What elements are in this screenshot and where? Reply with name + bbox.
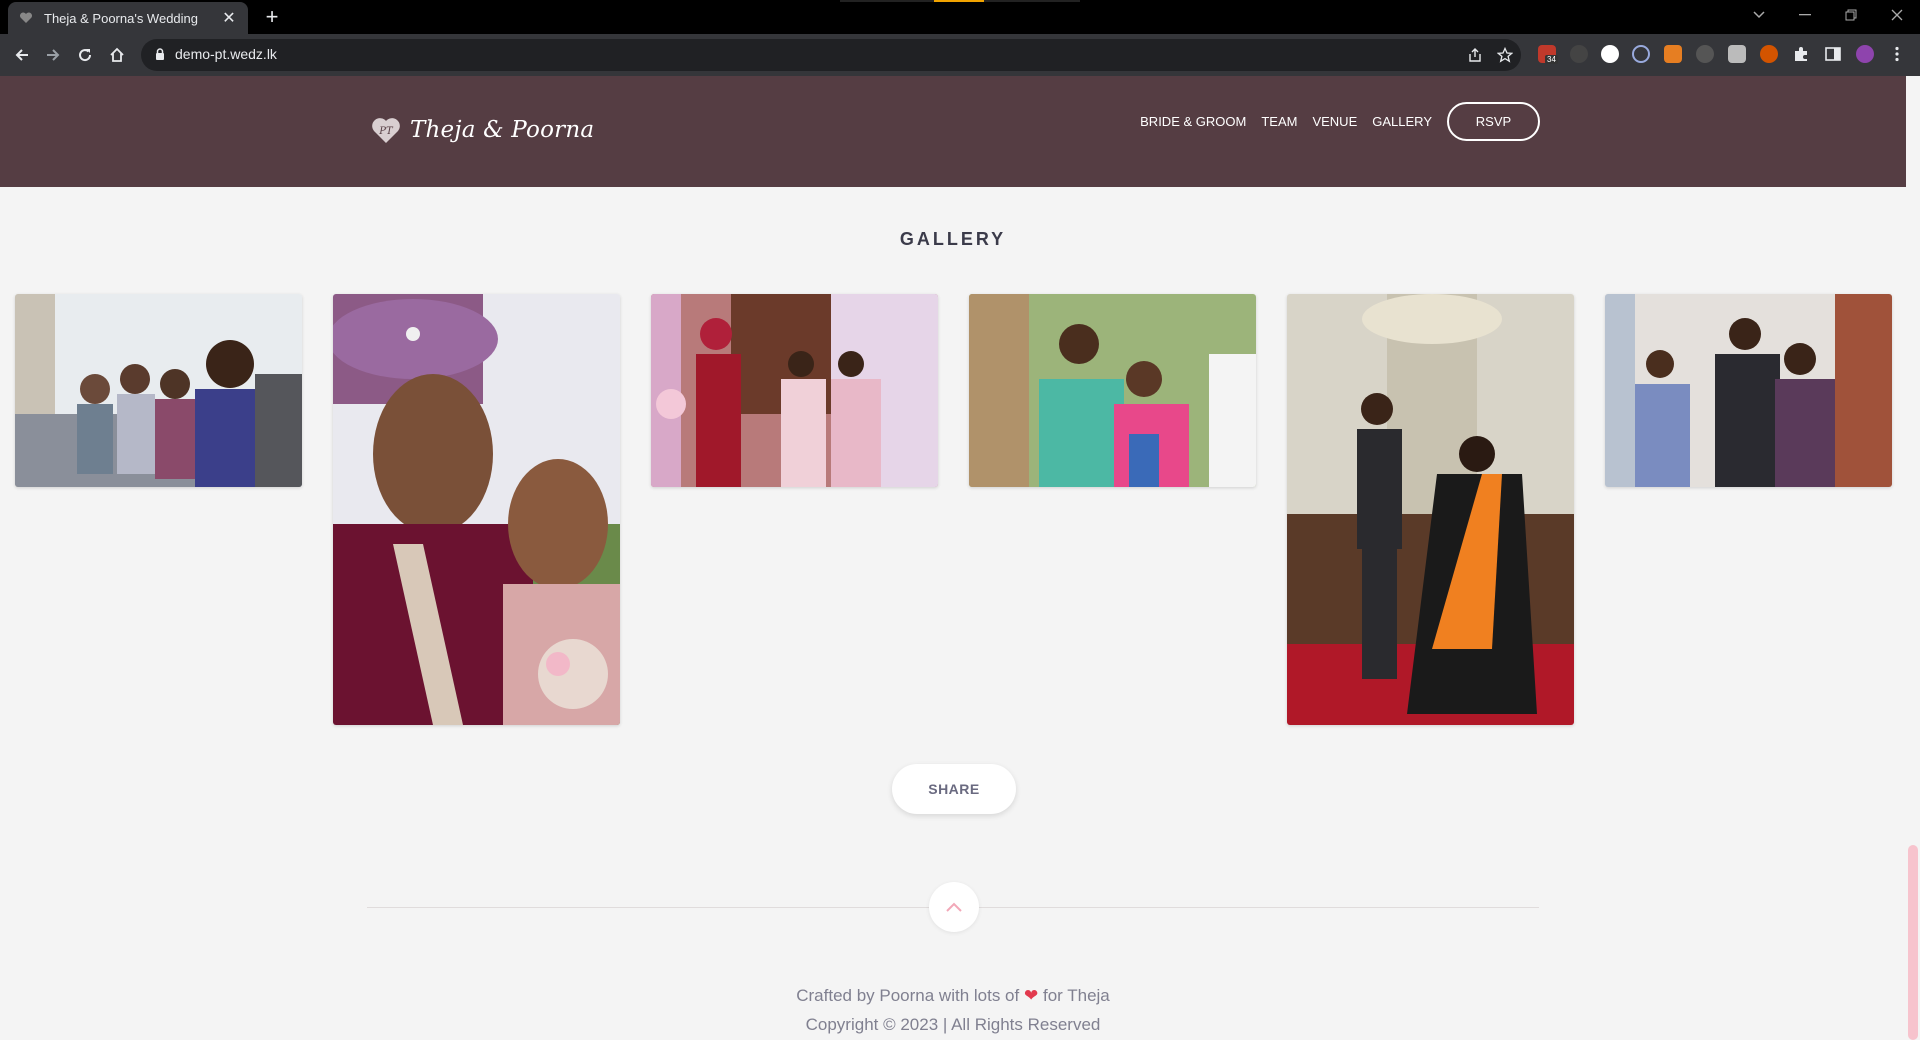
- minimize-icon[interactable]: [1782, 0, 1828, 30]
- extension-cookie-icon[interactable]: [1760, 45, 1778, 63]
- new-tab-button[interactable]: +: [258, 4, 286, 32]
- extension-react-icon[interactable]: [1632, 45, 1650, 63]
- favicon-icon: [18, 10, 34, 26]
- extension-fox-icon[interactable]: [1664, 45, 1682, 63]
- browser-tab[interactable]: Theja & Poorna's Wedding ✕: [8, 2, 248, 34]
- heart-logo-icon: PT: [372, 118, 400, 143]
- tab-search-icon[interactable]: [1736, 0, 1782, 30]
- back-icon[interactable]: [9, 42, 35, 68]
- url-text: demo-pt.wedz.lk: [175, 46, 277, 62]
- gallery-photo[interactable]: [1605, 294, 1892, 487]
- extension-badge: 34: [1545, 55, 1558, 64]
- browser-toolbar: demo-pt.wedz.lk 34: [0, 34, 1920, 76]
- footer-credit-suffix: for Theja: [1042, 986, 1110, 1005]
- lock-icon[interactable]: [155, 48, 165, 66]
- browser-tab-bar: Theja & Poorna's Wedding ✕ +: [0, 0, 1920, 34]
- home-icon[interactable]: [104, 42, 130, 68]
- brand-name: Theja & Poorna: [410, 117, 595, 143]
- nav-bride-groom[interactable]: BRIDE & GROOM: [1140, 114, 1246, 129]
- gallery-photo[interactable]: [1287, 294, 1574, 725]
- reload-icon[interactable]: [72, 42, 98, 68]
- heart-icon: ❤: [1023, 986, 1039, 1005]
- gallery-photo[interactable]: [333, 294, 620, 725]
- tab-strip-indicator: [840, 0, 1080, 2]
- gallery-photo[interactable]: [651, 294, 938, 487]
- footer-credit: Crafted by Poorna with lots of ❤ for The…: [0, 986, 1906, 1006]
- rsvp-button[interactable]: RSVP: [1447, 102, 1540, 141]
- share-icon[interactable]: [1465, 45, 1485, 65]
- page-viewport: PT Theja & Poorna BRIDE & GROOM TEAM VEN…: [0, 76, 1920, 1040]
- extension-colorwheel-icon[interactable]: [1601, 45, 1619, 63]
- tab-close-icon[interactable]: ✕: [220, 8, 238, 28]
- footer-copyright: Copyright © 2023 | All Rights Reserved: [805, 1015, 1101, 1034]
- footer-credit-prefix: Crafted by Poorna with lots of: [796, 986, 1020, 1005]
- gallery-photo[interactable]: [15, 294, 302, 487]
- sidepanel-icon[interactable]: [1824, 45, 1842, 63]
- profile-avatar[interactable]: [1856, 45, 1874, 63]
- gallery-photo[interactable]: [969, 294, 1256, 487]
- restore-icon[interactable]: [1828, 0, 1874, 30]
- menu-icon[interactable]: [1888, 45, 1906, 63]
- tab-title: Theja & Poorna's Wedding: [44, 10, 199, 26]
- main-nav: BRIDE & GROOM TEAM VENUE GALLERY RSVP: [1125, 102, 1540, 141]
- close-window-icon[interactable]: [1874, 0, 1920, 30]
- nav-gallery[interactable]: GALLERY: [1372, 114, 1432, 129]
- svg-text:PT: PT: [378, 126, 394, 137]
- share-button[interactable]: SHARE: [892, 764, 1016, 814]
- nav-team[interactable]: TEAM: [1261, 114, 1297, 129]
- extension-glasses-icon[interactable]: [1570, 45, 1588, 63]
- puzzle-icon[interactable]: [1792, 45, 1810, 63]
- scrollbar-thumb[interactable]: [1908, 845, 1918, 1040]
- address-bar[interactable]: demo-pt.wedz.lk: [141, 39, 1521, 71]
- site-header: PT Theja & Poorna BRIDE & GROOM TEAM VEN…: [0, 76, 1906, 187]
- scroll-to-top-button[interactable]: [929, 882, 979, 932]
- gallery-title: GALLERY: [899, 229, 1007, 249]
- forward-icon[interactable]: [40, 42, 66, 68]
- extension-doc-icon[interactable]: [1728, 45, 1746, 63]
- nav-venue[interactable]: VENUE: [1312, 114, 1357, 129]
- brand-logo[interactable]: PT Theja & Poorna: [370, 114, 594, 146]
- star-icon[interactable]: [1495, 45, 1515, 65]
- extension-ghost-icon[interactable]: [1696, 45, 1714, 63]
- chevron-up-icon: [946, 902, 962, 912]
